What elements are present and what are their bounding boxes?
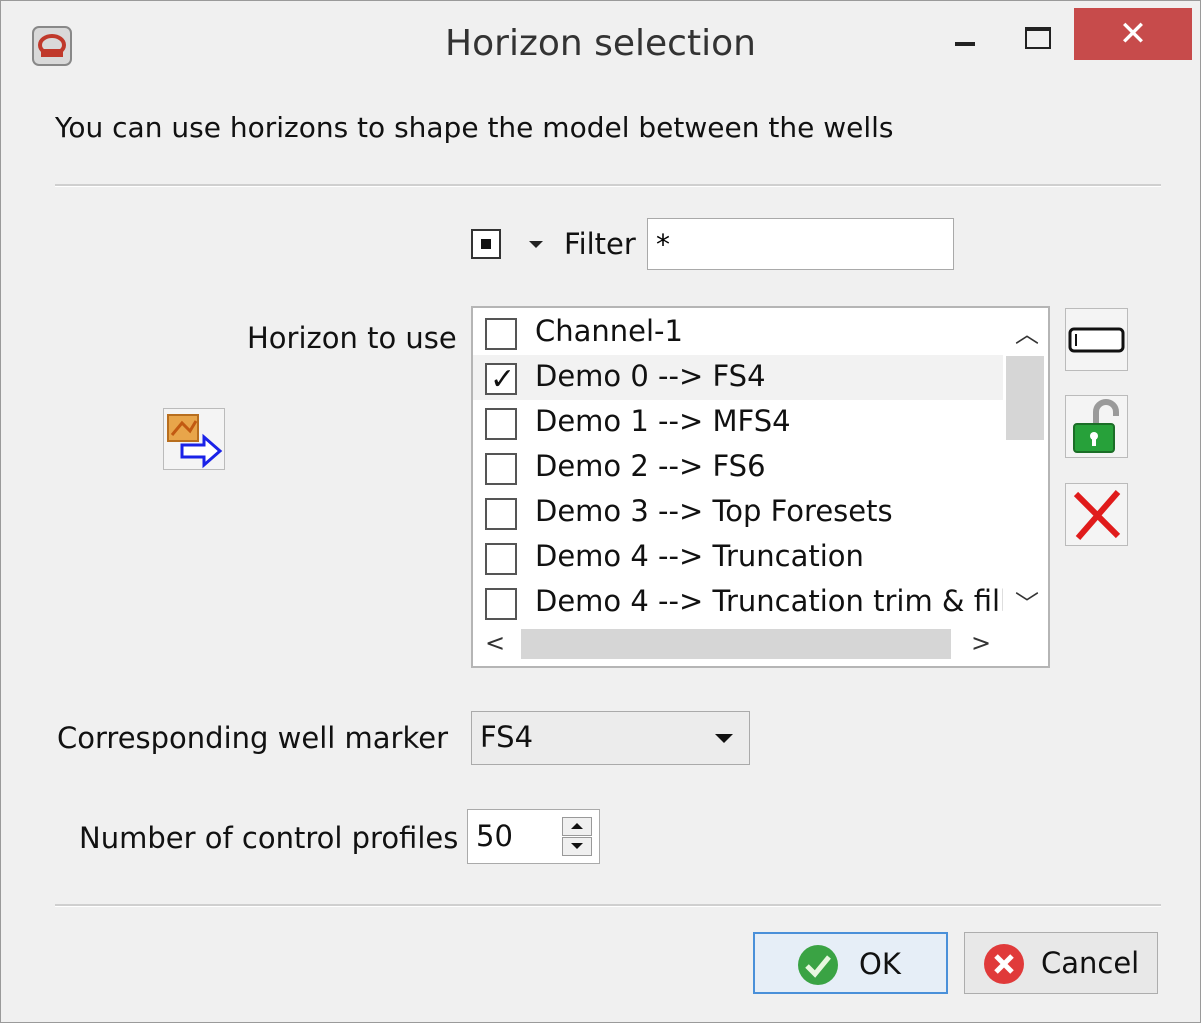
- control-profiles-value[interactable]: 50: [476, 819, 513, 853]
- list-item[interactable]: Demo 0 --> FS4: [473, 355, 1003, 400]
- list-item[interactable]: Demo 1 --> MFS4: [473, 400, 1003, 445]
- vertical-scrollbar[interactable]: ︿ ﹀: [1003, 308, 1048, 628]
- item-checkbox[interactable]: [485, 362, 517, 397]
- item-checkbox[interactable]: [485, 588, 517, 620]
- unlock-icon: [1073, 399, 1119, 453]
- delete-icon: [1073, 490, 1121, 540]
- blank-rectangle-icon: [1068, 327, 1125, 353]
- filter-dropdown-icon[interactable]: [529, 241, 543, 248]
- horizon-list[interactable]: Channel-1 Demo 0 --> FS4 Demo 1 --> MFS4…: [471, 306, 1050, 668]
- minimize-button[interactable]: [939, 9, 991, 65]
- scroll-right-icon[interactable]: >: [971, 629, 991, 657]
- item-checkbox[interactable]: [485, 408, 517, 440]
- delete-button[interactable]: [1065, 483, 1128, 546]
- dialog-window: Horizon selection ✕ You can use horizons…: [0, 0, 1201, 1023]
- list-item-label: Demo 4 --> Truncation trim & fill: [535, 584, 1009, 618]
- horizontal-scroll-thumb[interactable]: [521, 629, 951, 659]
- filter-label: Filter: [564, 227, 636, 261]
- deselect-all-button[interactable]: [1065, 308, 1128, 371]
- maximize-button[interactable]: [1011, 9, 1067, 65]
- scroll-left-icon[interactable]: <: [485, 629, 505, 657]
- list-item[interactable]: Channel-1: [473, 310, 1003, 355]
- spinner-down-icon[interactable]: [562, 837, 592, 856]
- ok-button[interactable]: OK: [753, 932, 948, 994]
- spinner-up-icon[interactable]: [562, 817, 592, 836]
- list-item-label: Demo 3 --> Top Foresets: [535, 494, 893, 528]
- item-checkbox[interactable]: [485, 543, 517, 575]
- separator-bottom: [55, 904, 1161, 907]
- unlock-button[interactable]: [1065, 395, 1128, 458]
- cancel-button-label: Cancel: [1041, 946, 1140, 980]
- scroll-up-icon[interactable]: ︿: [1015, 314, 1039, 349]
- ok-button-label: OK: [859, 947, 901, 981]
- separator-top: [55, 184, 1161, 187]
- list-item-label: Demo 4 --> Truncation: [535, 539, 864, 573]
- filter-select-all-checkbox[interactable]: [471, 229, 501, 259]
- control-profiles-spinner[interactable]: 50: [467, 809, 600, 864]
- checkmark-icon: [798, 945, 838, 985]
- cancel-icon: [984, 944, 1024, 984]
- item-checkbox[interactable]: [485, 453, 517, 485]
- scroll-down-icon[interactable]: ﹀: [1015, 584, 1039, 619]
- list-item-label: Demo 2 --> FS6: [535, 449, 766, 483]
- list-item[interactable]: Demo 3 --> Top Foresets: [473, 490, 1003, 535]
- transfer-arrow-icon: [167, 414, 223, 469]
- chevron-down-icon: [715, 734, 733, 743]
- control-profiles-label: Number of control profiles: [79, 821, 459, 855]
- list-item[interactable]: Demo 4 --> Truncation trim & fill: [473, 580, 1008, 625]
- list-item[interactable]: Demo 4 --> Truncation: [473, 535, 1003, 580]
- item-checkbox[interactable]: [485, 498, 517, 530]
- list-item-label: Demo 0 --> FS4: [535, 359, 766, 393]
- title-bar[interactable]: Horizon selection ✕: [1, 1, 1200, 89]
- cancel-button[interactable]: Cancel: [964, 932, 1158, 994]
- dialog-content: You can use horizons to shape the model …: [1, 89, 1200, 1022]
- horizontal-scrollbar[interactable]: < >: [473, 621, 1003, 666]
- close-button[interactable]: ✕: [1074, 8, 1192, 60]
- intro-text: You can use horizons to shape the model …: [55, 111, 894, 144]
- well-marker-value: FS4: [480, 720, 534, 754]
- filter-input[interactable]: [647, 218, 954, 270]
- list-item-label: Demo 1 --> MFS4: [535, 404, 791, 438]
- well-marker-select[interactable]: FS4: [471, 711, 750, 765]
- vertical-scroll-thumb[interactable]: [1006, 356, 1044, 440]
- apply-horizon-button[interactable]: [163, 408, 225, 470]
- item-checkbox[interactable]: [485, 318, 517, 350]
- list-item-label: Channel-1: [535, 314, 683, 348]
- list-item[interactable]: Demo 2 --> FS6: [473, 445, 1003, 490]
- well-marker-label: Corresponding well marker: [57, 721, 449, 755]
- horizon-list-label: Horizon to use: [247, 321, 457, 355]
